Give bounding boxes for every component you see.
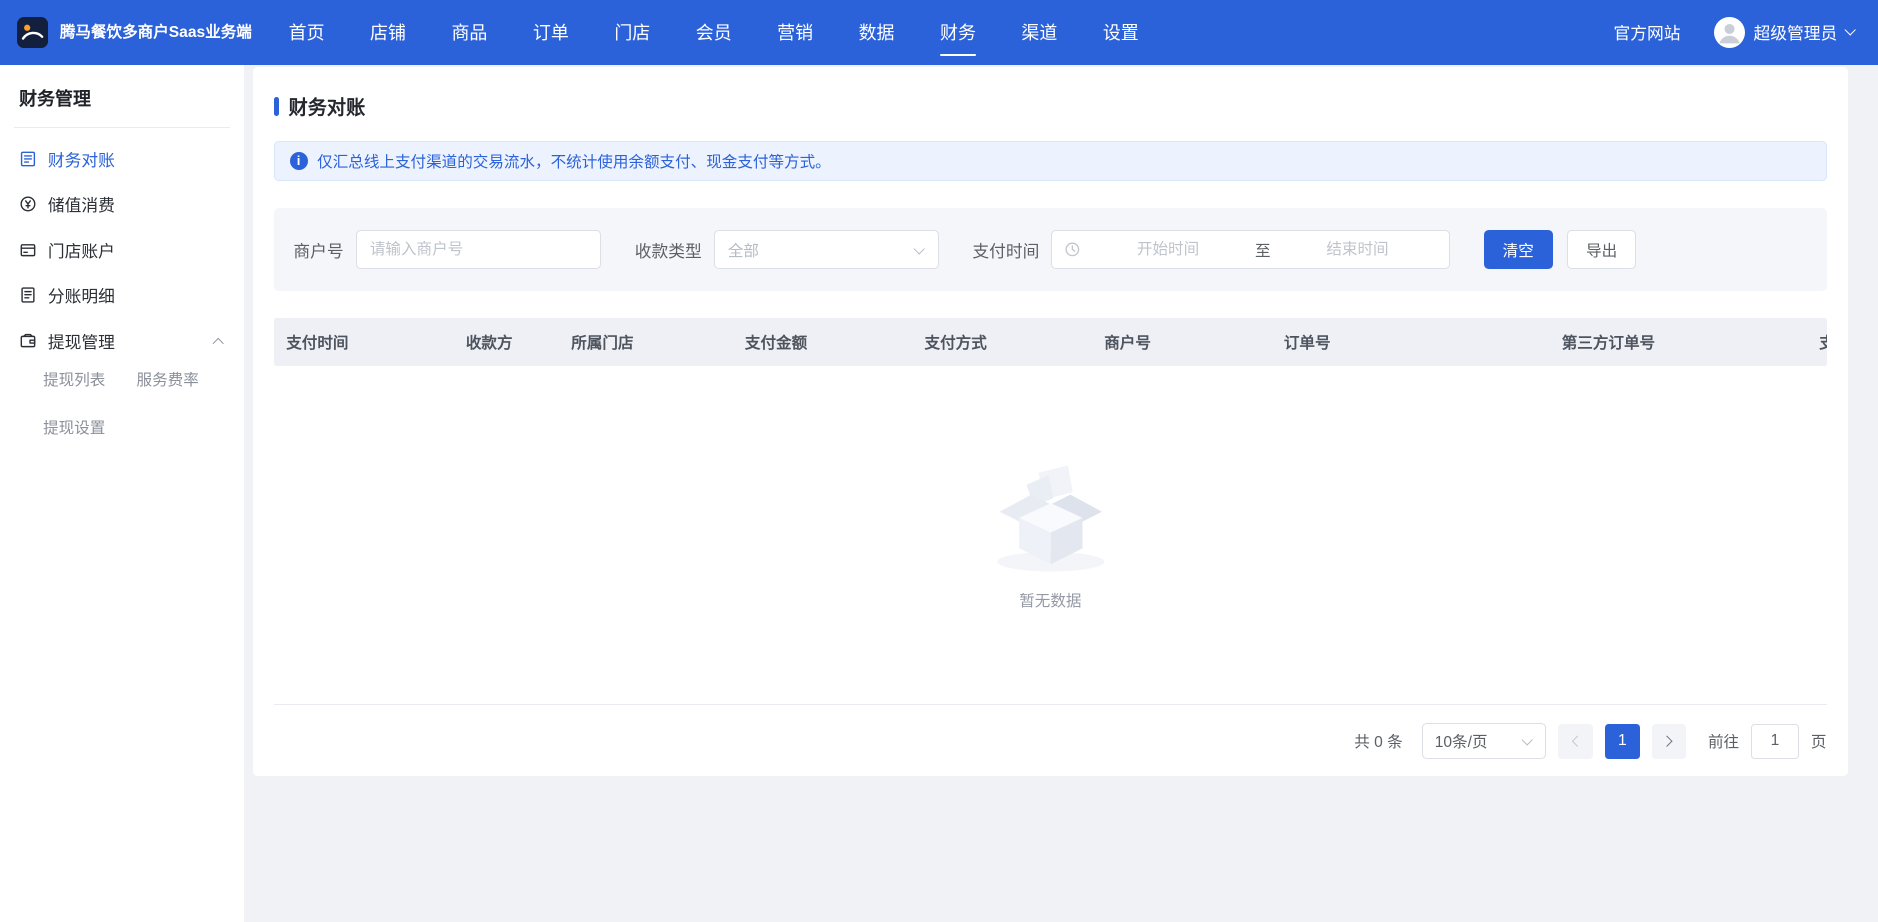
title-accent-bar xyxy=(274,97,279,116)
withdraw-submenu: 提现列表 服务费率 提现设置 xyxy=(0,364,244,448)
empty-box-illustration xyxy=(973,441,1129,575)
content-card: 财务对账 i 仅汇总线上支付渠道的交易流水，不统计使用余额支付、现金支付等方式。… xyxy=(253,67,1848,776)
range-separator: 至 xyxy=(1255,239,1271,261)
pay-time-label: 支付时间 xyxy=(972,238,1039,262)
page-title-row: 财务对账 xyxy=(274,92,1826,120)
main-content: 财务对账 i 仅汇总线上支付渠道的交易流水，不统计使用余额支付、现金支付等方式。… xyxy=(244,65,1878,922)
app-logo-icon xyxy=(17,17,48,48)
end-time-input[interactable] xyxy=(1278,241,1438,259)
nav-item-shop[interactable]: 店铺 xyxy=(347,0,428,65)
nav-item-finance[interactable]: 财务 xyxy=(917,0,998,65)
sidebar-item-label: 提现管理 xyxy=(48,329,115,353)
sidebar-subitem-service-rate[interactable]: 服务费率 xyxy=(137,368,230,390)
next-page-button[interactable] xyxy=(1652,724,1687,759)
col-pay-method: 支付方式 xyxy=(913,331,1093,353)
nav-item-home[interactable]: 首页 xyxy=(266,0,347,65)
reconciliation-icon xyxy=(19,150,37,168)
empty-text: 暂无数据 xyxy=(1019,589,1081,611)
sidebar: 财务管理 财务对账 储值消费 xyxy=(0,65,244,922)
col-payee: 收款方 xyxy=(454,331,559,353)
export-button[interactable]: 导出 xyxy=(1567,230,1636,268)
table-header-row: 支付时间 收款方 所属门店 支付金额 支付方式 商户号 订单号 第三方订单号 支… xyxy=(274,318,1826,366)
withdraw-icon xyxy=(19,332,37,350)
prev-page-button[interactable] xyxy=(1558,724,1593,759)
pagination-bar: 共 0 条 10条/页 1 前往 页 xyxy=(274,704,1826,759)
chevron-left-icon xyxy=(1572,735,1584,747)
start-time-input[interactable] xyxy=(1088,241,1248,259)
date-range-picker[interactable]: 至 xyxy=(1051,230,1450,268)
app-title: 腾马餐饮多商户Saas业务端 xyxy=(60,22,252,43)
official-site-link[interactable]: 官方网站 xyxy=(1613,20,1680,44)
chevron-down-icon xyxy=(1844,25,1856,37)
goto-label: 前往 xyxy=(1708,730,1739,752)
top-nav: 首页 店铺 商品 订单 门店 会员 营销 数据 财务 渠道 设置 xyxy=(266,0,1162,65)
sidebar-menu: 财务对账 储值消费 门店账户 xyxy=(0,128,244,456)
sidebar-item-label: 分账明细 xyxy=(48,283,115,307)
page-size-value: 10条/页 xyxy=(1435,730,1488,752)
col-order-no: 订单号 xyxy=(1272,331,1550,353)
payment-type-label: 收款类型 xyxy=(635,238,702,262)
goto-page-input[interactable] xyxy=(1751,724,1799,759)
nav-item-members[interactable]: 会员 xyxy=(673,0,754,65)
chevron-down-icon xyxy=(1521,735,1533,747)
page-size-select[interactable]: 10条/页 xyxy=(1422,723,1547,759)
merchant-label: 商户号 xyxy=(293,238,343,262)
chevron-down-icon xyxy=(913,243,925,255)
stored-value-icon xyxy=(19,195,37,213)
info-alert-text: 仅汇总线上支付渠道的交易流水，不统计使用余额支付、现金支付等方式。 xyxy=(317,150,831,172)
sidebar-item-withdraw-management[interactable]: 提现管理 xyxy=(0,318,244,364)
total-count: 共 0 条 xyxy=(1354,730,1402,752)
app-root: 腾马餐饮多商户Saas业务端 首页 店铺 商品 订单 门店 会员 营销 数据 财… xyxy=(0,0,1878,922)
payment-type-value: 全部 xyxy=(728,239,759,261)
sidebar-item-label: 财务对账 xyxy=(48,147,115,171)
avatar xyxy=(1714,17,1745,48)
nav-item-stores[interactable]: 门店 xyxy=(592,0,673,65)
payment-type-select[interactable]: 全部 xyxy=(714,230,939,268)
topbar-right: 官方网站 超级管理员 xyxy=(1613,17,1854,48)
col-pay-time: 支付时间 xyxy=(274,331,454,353)
nav-item-channels[interactable]: 渠道 xyxy=(999,0,1080,65)
chevron-up-icon xyxy=(213,337,225,349)
sidebar-item-reconciliation[interactable]: 财务对账 xyxy=(0,136,244,182)
nav-item-settings[interactable]: 设置 xyxy=(1080,0,1161,65)
layout: 财务管理 财务对账 储值消费 xyxy=(0,65,1878,922)
sidebar-item-stored-value[interactable]: 储值消费 xyxy=(0,182,244,228)
reconciliation-table: 支付时间 收款方 所属门店 支付金额 支付方式 商户号 订单号 第三方订单号 支… xyxy=(274,318,1826,687)
sidebar-subitem-withdraw-list[interactable]: 提现列表 xyxy=(43,368,136,390)
clock-icon xyxy=(1064,241,1081,258)
logo-area[interactable]: 腾马餐饮多商户Saas业务端 xyxy=(17,17,254,48)
sidebar-title: 财务管理 xyxy=(14,65,230,128)
nav-item-marketing[interactable]: 营销 xyxy=(754,0,835,65)
col-pay-status: 支付状态 xyxy=(1807,331,1826,353)
user-name: 超级管理员 xyxy=(1754,20,1838,44)
sidebar-subitem-withdraw-settings[interactable]: 提现设置 xyxy=(43,416,136,438)
empty-state: 暂无数据 xyxy=(274,366,1826,687)
topbar: 腾马餐饮多商户Saas业务端 首页 店铺 商品 订单 门店 会员 营销 数据 财… xyxy=(0,0,1878,65)
info-alert: i 仅汇总线上支付渠道的交易流水，不统计使用余额支付、现金支付等方式。 xyxy=(274,141,1826,182)
col-third-party-order-no: 第三方订单号 xyxy=(1550,331,1808,353)
ledger-icon xyxy=(19,286,37,304)
current-page-button[interactable]: 1 xyxy=(1605,724,1640,759)
sidebar-item-label: 储值消费 xyxy=(48,192,115,216)
goto-unit: 页 xyxy=(1811,730,1827,752)
col-merchant-no: 商户号 xyxy=(1092,331,1272,353)
filter-bar: 商户号 收款类型 全部 支付时间 xyxy=(274,208,1826,292)
sidebar-item-ledger[interactable]: 分账明细 xyxy=(0,273,244,319)
sidebar-item-label: 门店账户 xyxy=(48,238,115,262)
merchant-input[interactable] xyxy=(356,230,602,268)
col-store: 所属门店 xyxy=(559,331,733,353)
nav-item-goods[interactable]: 商品 xyxy=(429,0,510,65)
page-title: 财务对账 xyxy=(289,92,366,120)
store-account-icon xyxy=(19,241,37,259)
col-amount: 支付金额 xyxy=(733,331,913,353)
nav-item-data[interactable]: 数据 xyxy=(836,0,917,65)
sidebar-item-store-account[interactable]: 门店账户 xyxy=(0,227,244,273)
user-menu[interactable]: 超级管理员 xyxy=(1714,17,1854,48)
chevron-right-icon xyxy=(1661,735,1673,747)
nav-item-orders[interactable]: 订单 xyxy=(510,0,591,65)
info-icon: i xyxy=(290,152,308,170)
clear-button[interactable]: 清空 xyxy=(1484,230,1553,268)
